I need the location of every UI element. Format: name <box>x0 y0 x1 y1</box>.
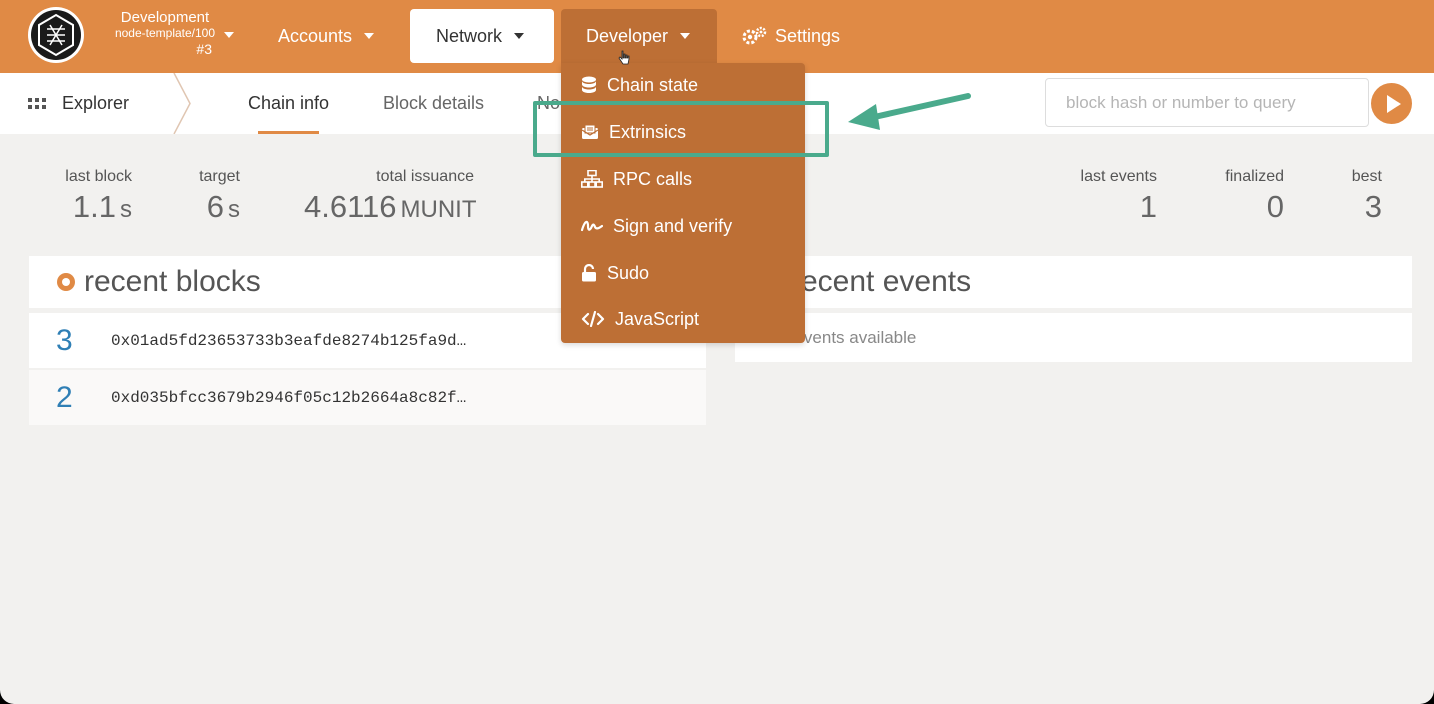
nav-network-menu[interactable]: Network <box>410 9 554 63</box>
stat-last-block: last block 1.1 s <box>60 167 132 230</box>
block-query-input[interactable] <box>1045 78 1369 127</box>
menu-item-label: Sudo <box>607 262 650 283</box>
recent-events-header: recent events <box>735 256 1412 308</box>
stat-last-events: last events 1 <box>1070 167 1157 227</box>
stat-label: total issuance <box>376 168 474 185</box>
table-row[interactable]: 2 0xd035bfcc3679b2946f05c12b2664a8c82f… <box>29 370 706 425</box>
stat-value: 0 <box>1266 189 1284 224</box>
menu-item-sign-and-verify[interactable]: Sign and verify <box>581 211 732 241</box>
menu-item-chain-state[interactable]: Chain state <box>581 70 698 100</box>
caret-down-icon <box>514 33 525 39</box>
annotation-arrow-icon <box>848 93 971 130</box>
circle-dot-icon <box>57 273 75 291</box>
explorer-label: Explorer <box>62 93 130 113</box>
chain-name: Development <box>120 9 210 26</box>
unlock-icon <box>582 264 596 282</box>
stat-label: best <box>1351 168 1382 185</box>
stat-total-issuance: total issuance 4.6116 MUNIT <box>304 167 477 230</box>
code-icon <box>581 311 605 327</box>
nav-developer-menu[interactable]: Developer <box>561 9 717 63</box>
block-hash: 0x01ad5fd23653733b3eafde8274b125fa9d… <box>111 331 467 350</box>
stat-label: last events <box>1080 168 1157 185</box>
block-hash: 0xd035bfcc3679b2946f05c12b2664a8c82f… <box>111 388 467 407</box>
menu-item-label: Sign and verify <box>613 215 733 236</box>
grid-icon <box>28 97 46 110</box>
stat-value: 6s <box>206 189 240 224</box>
stat-value: 3 <box>1364 189 1382 224</box>
menu-item-label: RPC calls <box>613 168 693 189</box>
play-icon <box>1386 94 1401 113</box>
stat-label: last block <box>65 168 132 185</box>
stat-label: target <box>199 168 240 185</box>
polkadot-logo-icon[interactable] <box>28 7 84 63</box>
caret-down-icon <box>364 33 375 39</box>
stat-value: 4.6116 MUNIT <box>304 189 477 224</box>
app-window: Development node-template/100 #3 Account… <box>0 0 1434 704</box>
stat-value: 1.1 s <box>72 189 132 224</box>
nav-developer-label: Developer <box>586 25 669 46</box>
nav-settings-label: Settings <box>775 25 841 46</box>
block-number-link[interactable]: 2 <box>29 381 111 415</box>
chevron-down-icon[interactable] <box>224 32 234 38</box>
breadcrumb-chevron-icon <box>173 73 191 134</box>
query-submit-button[interactable] <box>1371 83 1412 124</box>
cogs-icon <box>742 26 767 45</box>
menu-item-javascript[interactable]: JavaScript <box>581 304 699 334</box>
annotation-highlight-box <box>533 101 829 157</box>
stat-best: best 3 <box>1340 167 1382 227</box>
menu-item-label: Chain state <box>607 74 699 95</box>
nav-accounts-menu[interactable]: Accounts <box>270 9 390 63</box>
hand-cursor-icon <box>618 50 630 65</box>
explorer-section[interactable]: Explorer <box>28 73 129 134</box>
chain-runtime: node-template/100 <box>114 26 216 40</box>
stat-label: finalized <box>1225 168 1284 185</box>
nav-settings-link[interactable]: Settings <box>741 9 861 63</box>
menu-item-label: JavaScript <box>615 308 700 329</box>
chain-block-number: #3 <box>196 41 212 57</box>
stat-finalized: finalized 0 <box>1214 167 1284 227</box>
recent-events-title: recent events <box>791 265 972 298</box>
nav-accounts-label: Accounts <box>278 25 353 46</box>
caret-down-icon <box>680 33 691 39</box>
block-number-link[interactable]: 3 <box>29 324 111 358</box>
nav-network-label: Network <box>436 25 503 46</box>
tab-block-details[interactable]: Block details <box>383 73 484 134</box>
recent-blocks-title: recent blocks <box>84 265 261 298</box>
menu-item-sudo[interactable]: Sudo <box>581 258 649 288</box>
sitemap-icon <box>581 170 603 188</box>
recent-events-empty: No events available <box>735 313 1412 362</box>
tab-chain-info-label: Chain info <box>248 93 330 113</box>
menu-item-rpc-calls[interactable]: RPC calls <box>581 164 692 194</box>
stat-value: 1 <box>1139 189 1157 224</box>
database-icon <box>582 76 596 93</box>
tab-chain-info[interactable]: Chain info <box>248 73 329 134</box>
signature-icon <box>581 220 603 232</box>
stat-target: target 6s <box>196 167 240 230</box>
tab-block-details-label: Block details <box>383 93 485 113</box>
